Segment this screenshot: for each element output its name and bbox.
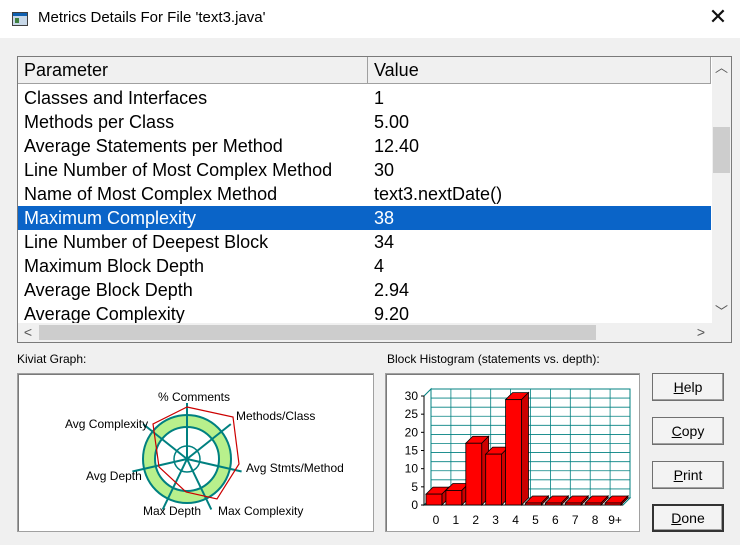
histogram-side-wall [423, 387, 432, 507]
parameter-cell: Maximum Complexity [24, 208, 197, 228]
scroll-left-icon[interactable]: < [19, 323, 37, 342]
x-tick-label: 5 [532, 513, 539, 527]
x-tick-label: 9+ [608, 513, 622, 527]
value-cell: 5.00 [374, 112, 410, 132]
close-button[interactable]: ✕ [706, 6, 730, 30]
table-row[interactable]: Average Statements per Method 12.40 [18, 134, 711, 158]
y-tick-label: 20 [405, 425, 419, 439]
scroll-up-icon[interactable]: ︿ [712, 59, 731, 77]
table-row[interactable]: Maximum Complexity 38 [18, 206, 711, 230]
value-cell: 2.94 [374, 280, 410, 300]
x-tick-label: 2 [472, 513, 479, 527]
histogram-bar [465, 442, 483, 506]
column-header-parameter[interactable]: Parameter [18, 57, 368, 83]
table-row[interactable]: Methods per Class 5.00 [18, 110, 711, 134]
table-row[interactable]: Name of Most Complex Method text3.nextDat… [18, 182, 711, 206]
histogram-bar [505, 399, 522, 506]
kiviat-label: Kiviat Graph: [17, 352, 87, 366]
x-tick-label: 7 [572, 513, 579, 527]
value-cell: text3.nextDate() [374, 184, 503, 204]
x-tick-label: 4 [512, 513, 519, 527]
y-tick-label: 0 [411, 498, 418, 512]
value-cell: 4 [374, 256, 385, 276]
histogram-bar [525, 502, 542, 506]
y-tick-label: 15 [405, 444, 419, 458]
vertical-scrollbar[interactable]: ︿ ﹀ [712, 57, 731, 323]
y-tick-label: 10 [405, 462, 419, 476]
window-title: Metrics Details For File 'text3.java' [38, 9, 266, 26]
histogram-bar [584, 502, 602, 506]
value-cell: 1 [374, 88, 385, 108]
histogram-svg: 0510152025300 1 2 3 4 5 6 7 8 9+ [405, 387, 632, 527]
x-tick-label: 3 [492, 513, 499, 527]
kiviat-axis-label: Methods/Class [236, 409, 315, 423]
histogram-bar [544, 502, 562, 506]
kiviat-svg: % Comments Methods/Class Avg Stmts/Metho… [65, 390, 344, 518]
table-row[interactable]: Line Number of Deepest Block 34 [18, 230, 711, 254]
parameter-cell: Methods per Class [24, 112, 175, 132]
table-header: Parameter Value [18, 57, 711, 84]
value-cell: 34 [374, 232, 395, 252]
parameter-cell: Average Block Depth [24, 280, 193, 300]
kiviat-axis-label: Max Depth [143, 504, 201, 518]
column-header-value[interactable]: Value [368, 57, 711, 83]
metrics-table: Parameter Value Classes and Interfaces 1 M… [17, 56, 732, 343]
histogram-bar [604, 502, 622, 506]
help-button[interactable]: Help [652, 373, 724, 401]
histogram-bar [485, 453, 502, 506]
copy-button[interactable]: Copy [652, 417, 724, 445]
print-button[interactable]: Print [652, 461, 724, 489]
title-bar: Metrics Details For File 'text3.java' ✕ [0, 0, 740, 38]
histogram-label: Block Histogram (statements vs. depth): [387, 352, 600, 366]
y-tick-label: 30 [405, 389, 419, 403]
histogram-bar [425, 493, 443, 506]
histogram-bar [564, 502, 582, 506]
app-icon [12, 12, 28, 26]
parameter-cell: Average Statements per Method [24, 136, 283, 156]
kiviat-axis-label: Avg Depth [86, 469, 142, 483]
kiviat-axis-label: Avg Complexity [65, 417, 148, 431]
vertical-scroll-thumb[interactable] [713, 127, 730, 173]
value-cell: 30 [374, 160, 395, 180]
block-histogram: 0 5 10 15 20 25 30 0 1 2 3 4 5 6 7 8 9+ [385, 373, 640, 532]
table-body: Classes and Interfaces 1 Methods per Class… [18, 86, 711, 326]
parameter-cell: Line Number of Deepest Block [24, 232, 269, 252]
y-tick-label: 5 [411, 480, 418, 494]
table-row[interactable]: Classes and Interfaces 1 [18, 86, 711, 110]
parameter-cell: Maximum Block Depth [24, 256, 205, 276]
parameter-cell: Name of Most Complex Method [24, 184, 278, 204]
histogram-bar [445, 490, 463, 506]
table-row[interactable]: Line Number of Most Complex Method 30 [18, 158, 711, 182]
kiviat-graph: % Comments Methods/Class Avg Stmts/Metho… [17, 373, 374, 532]
x-tick-label: 8 [592, 513, 599, 527]
value-cell: 12.40 [374, 136, 420, 156]
done-button[interactable]: Done [652, 504, 724, 532]
value-cell: 38 [374, 208, 395, 228]
parameter-cell: Classes and Interfaces [24, 88, 208, 108]
horizontal-scroll-thumb[interactable] [39, 325, 596, 340]
x-tick-label: 0 [433, 513, 440, 527]
scroll-right-icon[interactable]: > [692, 323, 710, 342]
scroll-down-icon[interactable]: ﹀ [712, 303, 731, 321]
x-tick-label: 1 [453, 513, 460, 527]
horizontal-scrollbar[interactable]: < > [18, 323, 731, 342]
kiviat-axis-label: % Comments [158, 390, 230, 404]
y-tick-label: 25 [405, 407, 419, 421]
table-row[interactable]: Maximum Block Depth 4 [18, 254, 711, 278]
kiviat-axis-label: Max Complexity [218, 504, 303, 518]
table-row[interactable]: Average Block Depth 2.94 [18, 278, 711, 302]
parameter-cell: Line Number of Most Complex Method [24, 160, 333, 180]
histogram-bar-side [521, 391, 529, 506]
kiviat-axis-label: Avg Stmts/Method [246, 461, 344, 475]
x-tick-label: 6 [552, 513, 559, 527]
